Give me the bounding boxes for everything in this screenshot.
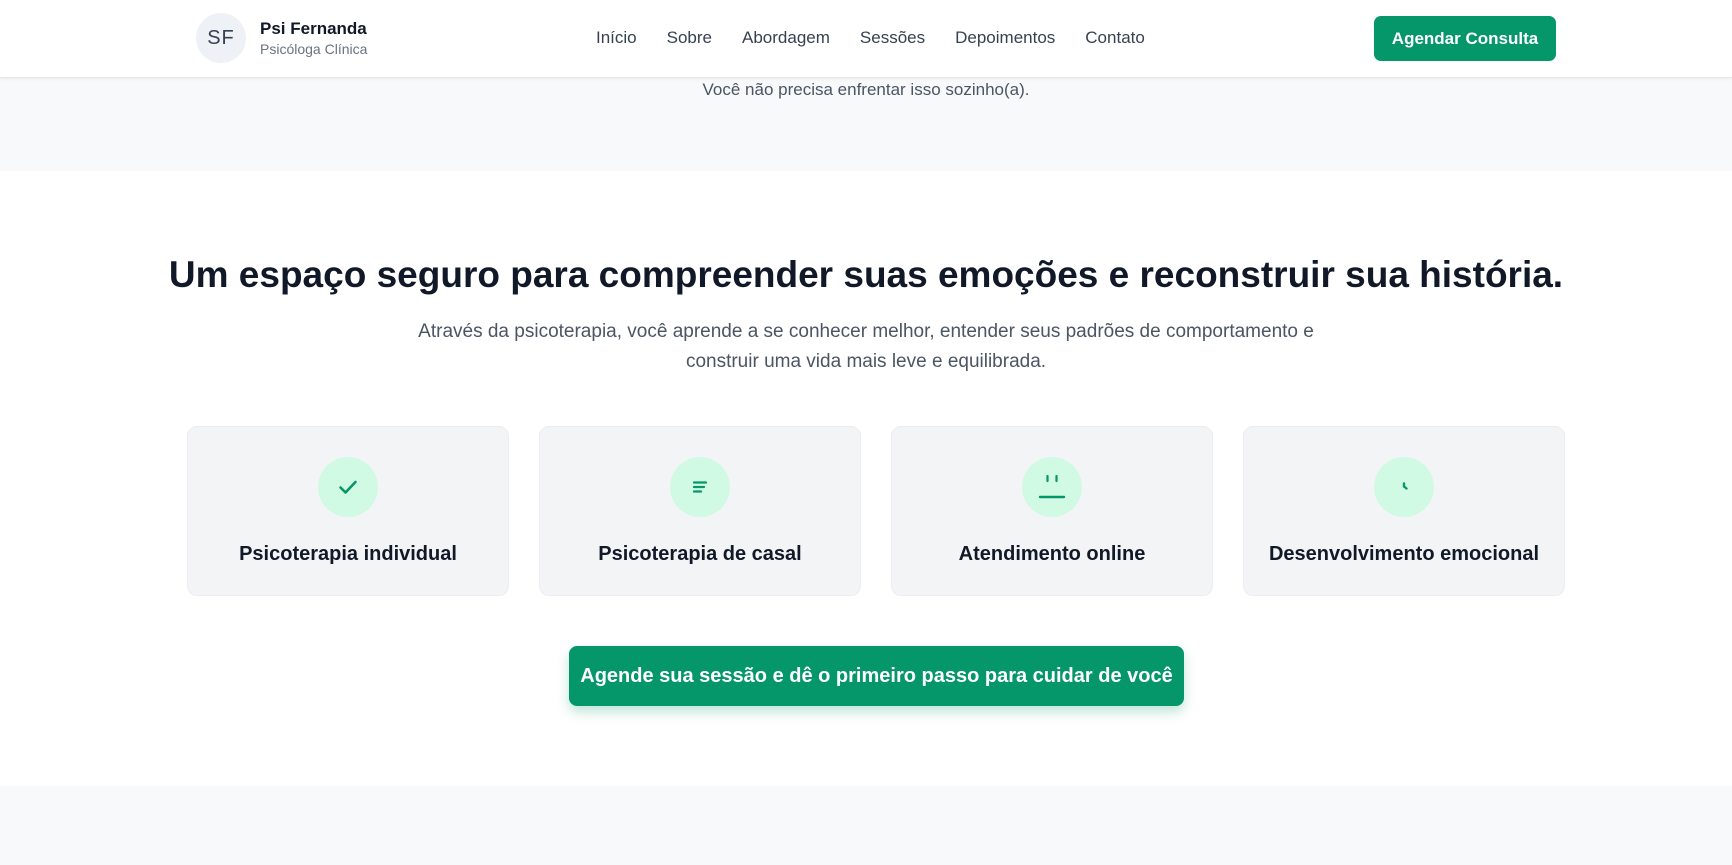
service-card-title: Psicoterapia de casal bbox=[598, 543, 802, 565]
brand-name: Psi Fernanda bbox=[260, 19, 367, 38]
brand[interactable]: SF Psi Fernanda Psicóloga Clínica bbox=[196, 13, 367, 63]
service-card-title: Atendimento online bbox=[958, 543, 1146, 565]
nav-item-depoimentos[interactable]: Depoimentos bbox=[955, 28, 1055, 48]
neutral-face-icon bbox=[1022, 457, 1082, 517]
nav-item-sobre[interactable]: Sobre bbox=[667, 28, 712, 48]
service-card-emotional[interactable]: Desenvolvimento emocional bbox=[1243, 426, 1565, 596]
service-card-online[interactable]: Atendimento online bbox=[891, 426, 1213, 596]
service-card-individual[interactable]: Psicoterapia individual bbox=[187, 426, 509, 596]
hero-tagline: Você não precisa enfrentar isso sozinho(… bbox=[702, 80, 1030, 99]
check-icon bbox=[318, 457, 378, 517]
service-card-title: Psicoterapia individual bbox=[239, 543, 457, 565]
schedule-session-button[interactable]: Agende sua sessão e dê o primeiro passo … bbox=[569, 646, 1184, 706]
brand-role: Psicóloga Clínica bbox=[260, 41, 368, 57]
lines-icon bbox=[670, 457, 730, 517]
clock-icon bbox=[1374, 457, 1434, 517]
service-cards: Psicoterapia individual Psicoterapia de … bbox=[187, 426, 1565, 596]
services-section: Um espaço seguro para compreender suas e… bbox=[0, 171, 1732, 786]
schedule-consultation-button[interactable]: Agendar Consulta bbox=[1374, 16, 1556, 61]
service-card-couple[interactable]: Psicoterapia de casal bbox=[539, 426, 861, 596]
nav-item-sessoes[interactable]: Sessões bbox=[860, 28, 925, 48]
nav-item-contato[interactable]: Contato bbox=[1085, 28, 1145, 48]
nav-item-inicio[interactable]: Início bbox=[596, 28, 637, 48]
section-subtext: Através da psicoterapia, você aprende a … bbox=[418, 321, 1314, 372]
avatar: SF bbox=[196, 13, 246, 63]
service-card-title: Desenvolvimento emocional bbox=[1268, 543, 1540, 565]
next-section bbox=[0, 786, 1732, 865]
site-header: SF Psi Fernanda Psicóloga Clínica Início… bbox=[0, 0, 1732, 78]
brand-text: Psi Fernanda Psicóloga Clínica bbox=[260, 18, 367, 58]
main-nav: Início Sobre Abordagem Sessões Depoiment… bbox=[596, 28, 1145, 48]
section-headline: Um espaço seguro para compreender suas e… bbox=[168, 254, 1564, 295]
nav-item-abordagem[interactable]: Abordagem bbox=[742, 28, 830, 48]
